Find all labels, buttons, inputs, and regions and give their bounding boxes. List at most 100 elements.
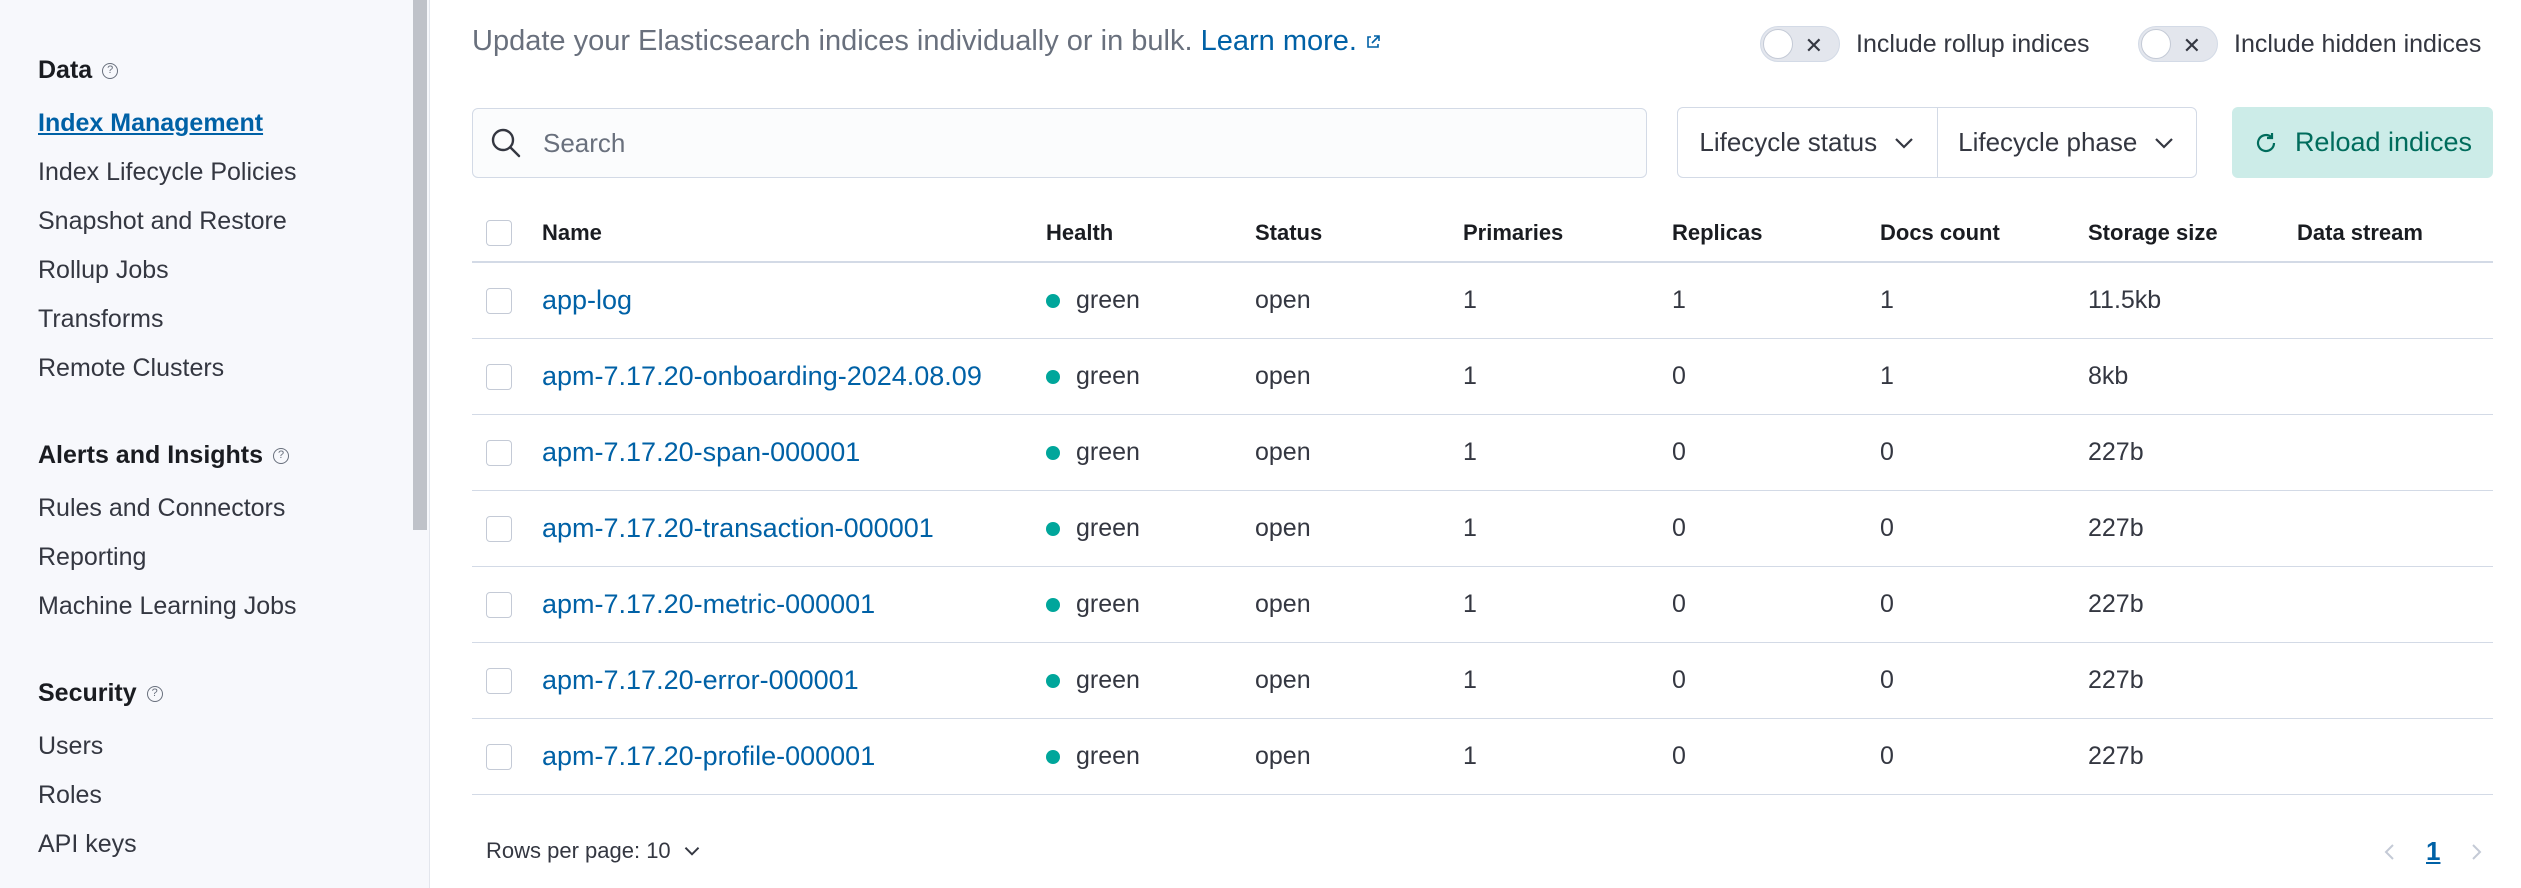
help-icon[interactable]: ? (102, 62, 119, 79)
cell-storage-size: 227b (2088, 514, 2144, 542)
row-select-cell (486, 263, 512, 338)
sidebar-item-api-keys[interactable]: API keys (38, 830, 137, 859)
column-header-replicas[interactable]: Replicas (1672, 205, 1763, 261)
sidebar-item-index-lifecycle-policies[interactable]: Index Lifecycle Policies (38, 158, 296, 187)
sidebar-item-roles[interactable]: Roles (38, 781, 102, 810)
cell-status: open (1255, 666, 1311, 694)
cell-docs-count: 1 (1880, 286, 1894, 314)
toggle-label: Include rollup indices (1856, 29, 2090, 58)
table-header-row: Name Health Status Primaries Replicas Do… (472, 205, 2493, 263)
index-name-link[interactable]: apm-7.17.20-transaction-000001 (542, 513, 934, 544)
health-dot-icon (1046, 749, 1060, 764)
cell-primaries: 1 (1463, 362, 1477, 390)
index-name-link[interactable]: app-log (542, 285, 632, 316)
include-rollup-toggle[interactable]: ✕ Include rollup indices (1760, 26, 2089, 62)
sidebar-item-machine-learning-jobs[interactable]: Machine Learning Jobs (38, 592, 297, 621)
sidebar-item-users[interactable]: Users (38, 732, 103, 761)
column-header-primaries[interactable]: Primaries (1463, 205, 1563, 261)
learn-more-link[interactable]: Learn more. (1201, 25, 1381, 57)
cell-name: apm-7.17.20-onboarding-2024.08.09 (542, 339, 982, 414)
row-checkbox[interactable] (486, 363, 512, 390)
health-dot-icon (1046, 445, 1060, 460)
rows-per-page-button[interactable]: Rows per page: 10 (486, 838, 701, 864)
cell-primaries: 1 (1463, 514, 1477, 542)
column-header-name[interactable]: Name (542, 205, 602, 261)
help-icon[interactable]: ? (146, 685, 163, 702)
row-select-cell (486, 491, 512, 566)
cell-replicas: 0 (1672, 362, 1686, 390)
cell-docs-count: 1 (1880, 362, 1894, 390)
lifecycle-phase-filter[interactable]: Lifecycle phase (1936, 108, 2197, 177)
index-name-link[interactable]: apm-7.17.20-profile-000001 (542, 741, 875, 772)
row-checkbox[interactable] (486, 515, 512, 542)
select-all-cell (486, 205, 512, 261)
nav-group-title: Data (38, 56, 93, 84)
sidebar-item-rollup-jobs[interactable]: Rollup Jobs (38, 256, 169, 285)
table-row: apm-7.17.20-onboarding-2024.08.09 green op… (472, 339, 2493, 415)
health-dot-icon (1046, 293, 1060, 308)
hidden-switch[interactable]: ✕ (2138, 26, 2218, 62)
external-link-icon (1367, 35, 1380, 49)
cell-replicas: 0 (1672, 438, 1686, 466)
page-number-current[interactable]: 1 (2426, 836, 2440, 867)
row-checkbox[interactable] (486, 287, 512, 314)
chevron-down-icon (1895, 137, 1913, 149)
row-checkbox[interactable] (486, 591, 512, 618)
sidebar-item-transforms[interactable]: Transforms (38, 305, 163, 334)
nav-group-title: Security (38, 679, 137, 707)
sidebar-item-snapshot-and-restore[interactable]: Snapshot and Restore (38, 207, 287, 236)
chevron-left-icon[interactable] (2380, 842, 2400, 862)
close-icon: ✕ (2182, 33, 2201, 58)
table-row: apm-7.17.20-error-000001 green open 1 0 0 227b (472, 643, 2493, 719)
column-header-health[interactable]: Health (1046, 205, 1113, 261)
cell-storage-size: 227b (2088, 590, 2144, 618)
health-dot-icon (1046, 597, 1060, 612)
row-checkbox[interactable] (486, 743, 512, 770)
cell-status: open (1255, 286, 1311, 314)
index-name-link[interactable]: apm-7.17.20-span-000001 (542, 437, 860, 468)
column-header-docs-count[interactable]: Docs count (1880, 205, 2000, 261)
row-checkbox[interactable] (486, 439, 512, 466)
search-box[interactable] (472, 108, 1647, 178)
chevron-down-icon (684, 847, 699, 856)
table-row: apm-7.17.20-profile-000001 green open 1 0 0 22… (472, 719, 2493, 795)
learn-more-label: Learn more. (1200, 25, 1357, 57)
refresh-icon (2256, 132, 2276, 152)
sidebar-item-rules-and-connectors[interactable]: Rules and Connectors (38, 494, 285, 523)
select-all-checkbox[interactable] (486, 220, 512, 246)
sidebar-item-reporting[interactable]: Reporting (38, 543, 146, 572)
cell-primaries: 1 (1463, 286, 1477, 314)
cell-primaries: 1 (1463, 742, 1477, 770)
search-input[interactable] (543, 127, 1593, 159)
health-label: green (1076, 514, 1140, 542)
reload-indices-button[interactable]: Reload indices (2232, 107, 2493, 178)
cell-name: apm-7.17.20-metric-000001 (542, 567, 875, 642)
column-header-data-stream[interactable]: Data stream (2297, 205, 2423, 261)
cell-docs-count: 0 (1880, 590, 1894, 618)
sidebar-item-index-management[interactable]: Index Management (38, 109, 263, 138)
pagination: 1 (2380, 836, 2486, 867)
cell-docs-count: 0 (1880, 742, 1894, 770)
column-header-storage-size[interactable]: Storage size (2088, 205, 2218, 261)
index-name-link[interactable]: apm-7.17.20-metric-000001 (542, 589, 875, 620)
lifecycle-status-filter[interactable]: Lifecycle status (1678, 108, 1937, 177)
cell-name: app-log (542, 263, 632, 338)
cell-replicas: 0 (1672, 590, 1686, 618)
sidebar-scrollbar[interactable] (413, 0, 427, 530)
index-name-link[interactable]: apm-7.17.20-onboarding-2024.08.09 (542, 361, 982, 392)
reload-label: Reload indices (2294, 127, 2473, 157)
cell-status: open (1255, 362, 1311, 390)
row-checkbox[interactable] (486, 667, 512, 694)
help-icon[interactable]: ? (273, 447, 290, 464)
cell-health: green (1046, 339, 1140, 414)
sidebar-item-remote-clusters[interactable]: Remote Clusters (38, 354, 224, 383)
index-name-link[interactable]: apm-7.17.20-error-000001 (542, 665, 859, 696)
cell-primaries: 1 (1463, 438, 1477, 466)
rollup-switch[interactable]: ✕ (1760, 26, 1840, 62)
search-icon (491, 128, 521, 158)
cell-storage-size: 11.5kb (2088, 286, 2162, 314)
chevron-right-icon[interactable] (2466, 842, 2486, 862)
table-body: app-log green open 1 1 1 11.5kb apm-7.17.20-onb… (472, 263, 2493, 795)
include-hidden-toggle[interactable]: ✕ Include hidden indices (2138, 26, 2481, 62)
column-header-status[interactable]: Status (1255, 205, 1322, 261)
